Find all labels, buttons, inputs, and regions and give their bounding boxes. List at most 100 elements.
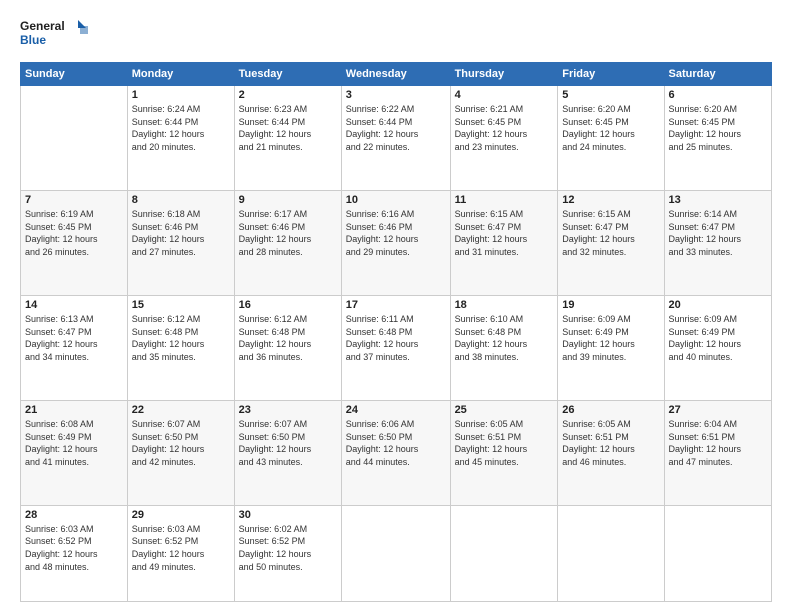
calendar-cell: 20Sunrise: 6:09 AM Sunset: 6:49 PM Dayli…	[664, 295, 771, 400]
calendar-cell	[450, 505, 558, 601]
day-number: 4	[455, 89, 554, 101]
day-detail: Sunrise: 6:07 AM Sunset: 6:50 PM Dayligh…	[239, 418, 337, 468]
calendar-cell	[341, 505, 450, 601]
day-number: 14	[25, 299, 123, 311]
day-number: 15	[132, 299, 230, 311]
day-number: 16	[239, 299, 337, 311]
calendar-cell: 27 Sunrise: 6:04 AM Sunset: 6:51 PM Dayli…	[664, 400, 771, 505]
day-detail: Sunrise: 6:19 AM Sunset: 6:45 PM Dayligh…	[25, 208, 123, 258]
calendar-cell: 8 Sunrise: 6:18 AM Sunset: 6:46 PM Daylig…	[127, 190, 234, 295]
calendar-cell: 25 Sunrise: 6:05 AM Sunset: 6:51 PM Dayli…	[450, 400, 558, 505]
day-detail: Sunrise: 6:13 AM Sunset: 6:47 PM Dayligh…	[25, 313, 123, 363]
day-detail: Sunrise: 6:15 AM Sunset: 6:47 PM Dayligh…	[562, 208, 659, 258]
day-number: 7	[25, 194, 123, 206]
calendar-week-4: 21 Sunrise: 6:08 AM Sunset: 6:49 PM Dayli…	[21, 400, 772, 505]
calendar-week-2: 7 Sunrise: 6:19 AM Sunset: 6:45 PM Daylig…	[21, 190, 772, 295]
calendar-cell	[664, 505, 771, 601]
calendar-cell: 29 Sunrise: 6:03 AM Sunset: 6:52 PM Dayli…	[127, 505, 234, 601]
col-monday: Monday	[127, 63, 234, 86]
col-sunday: Sunday	[21, 63, 128, 86]
day-detail: Sunrise: 6:12 AM Sunset: 6:48 PM Dayligh…	[239, 313, 337, 363]
day-detail: Sunrise: 6:23 AM Sunset: 6:44 PM Dayligh…	[239, 103, 337, 153]
calendar-cell: 17 Sunrise: 6:11 AM Sunset: 6:48 PM Dayli…	[341, 295, 450, 400]
day-detail: Sunrise: 6:02 AM Sunset: 6:52 PM Dayligh…	[239, 523, 337, 573]
day-detail: Sunrise: 6:04 AM Sunset: 6:51 PM Dayligh…	[669, 418, 767, 468]
day-detail: Sunrise: 6:06 AM Sunset: 6:50 PM Dayligh…	[346, 418, 446, 468]
logo: General Blue	[20, 16, 90, 52]
day-number: 17	[346, 299, 446, 311]
calendar-cell: 14 Sunrise: 6:13 AM Sunset: 6:47 PM Dayli…	[21, 295, 128, 400]
calendar-cell: 10 Sunrise: 6:16 AM Sunset: 6:46 PM Dayli…	[341, 190, 450, 295]
day-number: 8	[132, 194, 230, 206]
day-number: 25	[455, 404, 554, 416]
col-thursday: Thursday	[450, 63, 558, 86]
calendar-cell: 28Sunrise: 6:03 AM Sunset: 6:52 PM Dayli…	[21, 505, 128, 601]
day-detail: Sunrise: 6:03 AM Sunset: 6:52 PM Dayligh…	[132, 523, 230, 573]
calendar-cell: 15 Sunrise: 6:12 AM Sunset: 6:48 PM Dayli…	[127, 295, 234, 400]
header: General Blue	[20, 16, 772, 52]
day-number: 19	[562, 299, 659, 311]
day-number: 18	[455, 299, 554, 311]
calendar-week-3: 14 Sunrise: 6:13 AM Sunset: 6:47 PM Dayli…	[21, 295, 772, 400]
day-detail: Sunrise: 6:08 AM Sunset: 6:49 PM Dayligh…	[25, 418, 123, 468]
day-number: 11	[455, 194, 554, 206]
calendar-cell: 16 Sunrise: 6:12 AM Sunset: 6:48 PM Dayli…	[234, 295, 341, 400]
calendar-cell: 7 Sunrise: 6:19 AM Sunset: 6:45 PM Daylig…	[21, 190, 128, 295]
day-detail: Sunrise: 6:05 AM Sunset: 6:51 PM Dayligh…	[455, 418, 554, 468]
calendar-cell: 11 Sunrise: 6:15 AM Sunset: 6:47 PM Dayli…	[450, 190, 558, 295]
day-number: 1	[132, 89, 230, 101]
calendar-cell: 3 Sunrise: 6:22 AM Sunset: 6:44 PM Daylig…	[341, 86, 450, 191]
day-number: 12	[562, 194, 659, 206]
calendar-cell: 24 Sunrise: 6:06 AM Sunset: 6:50 PM Dayli…	[341, 400, 450, 505]
calendar-cell: 6 Sunrise: 6:20 AM Sunset: 6:45 PM Daylig…	[664, 86, 771, 191]
svg-text:Blue: Blue	[20, 33, 46, 47]
day-detail: Sunrise: 6:18 AM Sunset: 6:46 PM Dayligh…	[132, 208, 230, 258]
day-detail: Sunrise: 6:22 AM Sunset: 6:44 PM Dayligh…	[346, 103, 446, 153]
day-number: 21	[25, 404, 123, 416]
calendar-cell: 23 Sunrise: 6:07 AM Sunset: 6:50 PM Dayli…	[234, 400, 341, 505]
svg-text:General: General	[20, 19, 65, 33]
day-number: 30	[239, 509, 337, 521]
day-detail: Sunrise: 6:05 AM Sunset: 6:51 PM Dayligh…	[562, 418, 659, 468]
day-number: 20	[669, 299, 767, 311]
day-number: 23	[239, 404, 337, 416]
day-number: 22	[132, 404, 230, 416]
day-detail: Sunrise: 6:12 AM Sunset: 6:48 PM Dayligh…	[132, 313, 230, 363]
calendar-cell: 4Sunrise: 6:21 AM Sunset: 6:45 PM Daylig…	[450, 86, 558, 191]
calendar-cell: 9 Sunrise: 6:17 AM Sunset: 6:46 PM Daylig…	[234, 190, 341, 295]
day-number: 29	[132, 509, 230, 521]
calendar-cell: 22 Sunrise: 6:07 AM Sunset: 6:50 PM Dayli…	[127, 400, 234, 505]
calendar-header-row: Sunday Monday Tuesday Wednesday Thursday…	[21, 63, 772, 86]
day-detail: Sunrise: 6:07 AM Sunset: 6:50 PM Dayligh…	[132, 418, 230, 468]
col-saturday: Saturday	[664, 63, 771, 86]
col-wednesday: Wednesday	[341, 63, 450, 86]
calendar-week-5: 28 Sunrise: 6:03 AM Sunset: 6:52 PM Dayli…	[21, 505, 772, 601]
day-number: 6	[669, 89, 767, 101]
day-number: 2	[239, 89, 337, 101]
day-detail: Sunrise: 6:15 AM Sunset: 6:47 PM Dayligh…	[455, 208, 554, 258]
page: General Blue Sunday Monday Tuesday Wedne…	[0, 0, 792, 612]
day-number: 28	[25, 509, 123, 521]
day-detail: Sunrise: 6:20 AM Sunset: 6:45 PM Dayligh…	[562, 103, 659, 153]
day-number: 3	[346, 89, 446, 101]
day-number: 24	[346, 404, 446, 416]
day-number: 9	[239, 194, 337, 206]
calendar-cell	[558, 505, 664, 601]
calendar-cell	[21, 86, 128, 191]
calendar-cell: 26Sunrise: 6:05 AM Sunset: 6:51 PM Dayli…	[558, 400, 664, 505]
col-tuesday: Tuesday	[234, 63, 341, 86]
calendar-cell: 19Sunrise: 6:09 AM Sunset: 6:49 PM Dayli…	[558, 295, 664, 400]
day-number: 10	[346, 194, 446, 206]
day-detail: Sunrise: 6:11 AM Sunset: 6:48 PM Dayligh…	[346, 313, 446, 363]
day-number: 13	[669, 194, 767, 206]
calendar-cell: 12 Sunrise: 6:15 AM Sunset: 6:47 PM Dayli…	[558, 190, 664, 295]
col-friday: Friday	[558, 63, 664, 86]
day-detail: Sunrise: 6:17 AM Sunset: 6:46 PM Dayligh…	[239, 208, 337, 258]
day-number: 27	[669, 404, 767, 416]
day-detail: Sunrise: 6:16 AM Sunset: 6:46 PM Dayligh…	[346, 208, 446, 258]
day-detail: Sunrise: 6:20 AM Sunset: 6:45 PM Dayligh…	[669, 103, 767, 153]
calendar-cell: 13Sunrise: 6:14 AM Sunset: 6:47 PM Dayli…	[664, 190, 771, 295]
calendar-cell: 2 Sunrise: 6:23 AM Sunset: 6:44 PM Daylig…	[234, 86, 341, 191]
day-detail: Sunrise: 6:24 AM Sunset: 6:44 PM Dayligh…	[132, 103, 230, 153]
calendar-cell: 18Sunrise: 6:10 AM Sunset: 6:48 PM Dayli…	[450, 295, 558, 400]
